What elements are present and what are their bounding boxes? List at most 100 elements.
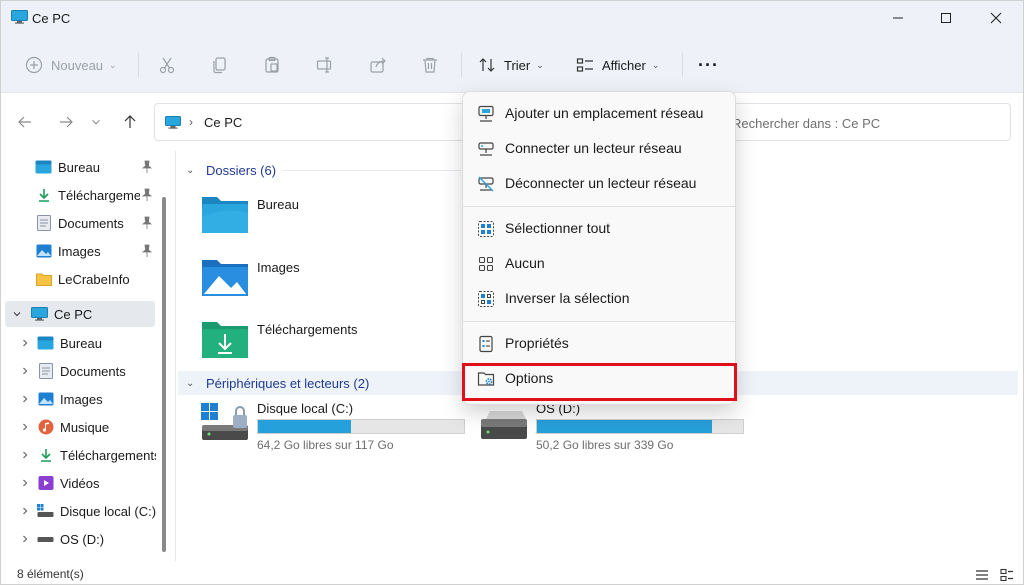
select-all-icon bbox=[478, 221, 494, 237]
menu-item-properties[interactable]: Propriétés bbox=[467, 328, 733, 360]
menu-item-select-all[interactable]: Sélectionner tout bbox=[467, 213, 733, 245]
search-box[interactable] bbox=[701, 103, 1011, 141]
pane-divider[interactable] bbox=[175, 151, 176, 561]
sidebar-item-pc-images[interactable]: Images bbox=[17, 386, 159, 412]
share-button[interactable] bbox=[369, 51, 387, 79]
drive-disque-local-c[interactable]: Disque local (C:) 64,2 Go libres sur 117… bbox=[201, 401, 471, 457]
pin-icon bbox=[141, 216, 153, 229]
copy-button[interactable] bbox=[211, 51, 229, 79]
paste-button[interactable] bbox=[263, 51, 281, 79]
minimize-icon bbox=[893, 17, 903, 18]
menu-item-label: Connecter un lecteur réseau bbox=[505, 140, 682, 156]
menu-item-add-network-location[interactable]: Ajouter un emplacement réseau bbox=[467, 98, 733, 130]
documents-icon bbox=[35, 215, 52, 231]
menu-item-disconnect-network-drive[interactable]: Déconnecter un lecteur réseau bbox=[467, 168, 733, 200]
details-view-icon[interactable] bbox=[974, 567, 990, 583]
chevron-down-icon: ⌄ bbox=[536, 59, 544, 70]
cut-button[interactable] bbox=[158, 51, 176, 79]
sidebar-item-bureau[interactable]: Bureau bbox=[35, 154, 159, 180]
sidebar-item-ce-pc[interactable]: Ce PC bbox=[5, 301, 155, 327]
properties-icon bbox=[479, 335, 493, 353]
sidebar-item-label: Bureau bbox=[60, 335, 102, 351]
folder-icon bbox=[35, 271, 52, 287]
chevron-right-icon[interactable] bbox=[19, 449, 31, 461]
disconnect-network-drive-icon bbox=[478, 176, 494, 192]
sidebar-scrollbar[interactable] bbox=[162, 197, 166, 552]
delete-button[interactable] bbox=[421, 51, 439, 79]
sidebar-item-pc-bureau[interactable]: Bureau bbox=[17, 330, 159, 356]
menu-item-label: Propriétés bbox=[505, 335, 569, 351]
folder-name: Téléchargements bbox=[257, 322, 358, 337]
rename-icon bbox=[316, 57, 332, 73]
sort-button[interactable]: Trier ⌄ bbox=[478, 51, 544, 79]
invert-selection-icon bbox=[478, 291, 494, 307]
sidebar-item-pc-disque-c[interactable]: Disque local (C:) bbox=[17, 498, 159, 524]
chevron-down-icon[interactable] bbox=[11, 308, 23, 320]
chevron-down-icon: ⌄ bbox=[109, 59, 117, 70]
menu-item-options[interactable]: Options bbox=[467, 363, 733, 395]
sidebar-item-pc-documents[interactable]: Documents bbox=[17, 358, 159, 384]
menu-item-invert-selection[interactable]: Inverser la sélection bbox=[467, 283, 733, 315]
search-input[interactable] bbox=[732, 113, 1002, 133]
chevron-down-icon: ⌄ bbox=[186, 164, 195, 176]
select-none-icon bbox=[478, 256, 494, 272]
sidebar-item-lecrabeinfo[interactable]: LeCrabeInfo bbox=[35, 266, 159, 292]
drive-usage-bar bbox=[536, 419, 744, 434]
new-button[interactable]: Nouveau ⌄ bbox=[25, 51, 117, 79]
chevron-right-icon[interactable] bbox=[19, 393, 31, 405]
menu-item-label: Ajouter un emplacement réseau bbox=[505, 105, 704, 121]
sidebar-item-images[interactable]: Images bbox=[35, 238, 159, 264]
back-button[interactable] bbox=[15, 112, 35, 132]
menu-item-map-network-drive[interactable]: Connecter un lecteur réseau bbox=[467, 133, 733, 165]
maximize-button[interactable] bbox=[923, 1, 969, 34]
minimize-button[interactable] bbox=[875, 1, 921, 34]
drive-free-space: 64,2 Go libres sur 117 Go bbox=[257, 438, 394, 452]
view-button[interactable]: Afficher ⌄ bbox=[576, 51, 659, 79]
menu-item-label: Déconnecter un lecteur réseau bbox=[505, 175, 697, 191]
images-folder-icon bbox=[202, 260, 248, 296]
drive-c-icon bbox=[37, 503, 54, 519]
download-icon bbox=[35, 187, 52, 203]
network-location-icon bbox=[478, 105, 494, 122]
sidebar-item-telechargements[interactable]: Téléchargements bbox=[35, 182, 159, 208]
sidebar-item-label: Ce PC bbox=[54, 306, 93, 322]
menu-item-select-none[interactable]: Aucun bbox=[467, 248, 733, 280]
folders-group-header[interactable]: ⌄ Dossiers (6) bbox=[186, 159, 276, 181]
breadcrumb-ce-pc[interactable]: Ce PC bbox=[204, 115, 242, 130]
up-button[interactable] bbox=[120, 112, 140, 132]
desktop-folder-icon bbox=[37, 335, 54, 351]
cut-icon bbox=[159, 57, 175, 74]
sidebar-item-label: OS (D:) bbox=[60, 531, 105, 547]
sidebar-item-label: Bureau bbox=[58, 159, 100, 175]
folder-name: Images bbox=[257, 260, 300, 275]
sidebar-item-pc-telechargements[interactable]: Téléchargements bbox=[17, 442, 159, 468]
tiles-view-icon[interactable] bbox=[999, 567, 1015, 583]
more-icon: ··· bbox=[698, 54, 719, 75]
more-button[interactable]: ··· bbox=[698, 51, 719, 79]
drive-os-d[interactable]: OS (D:) 50,2 Go libres sur 339 Go bbox=[480, 401, 750, 457]
close-button[interactable] bbox=[973, 1, 1019, 34]
chevron-right-icon[interactable] bbox=[19, 477, 31, 489]
toolbar-divider bbox=[461, 53, 462, 77]
forward-button[interactable] bbox=[56, 112, 76, 132]
recent-locations-button[interactable] bbox=[89, 112, 103, 132]
sidebar-item-pc-musique[interactable]: Musique bbox=[17, 414, 159, 440]
rename-button[interactable] bbox=[316, 51, 334, 79]
sidebar-item-documents[interactable]: Documents bbox=[35, 210, 159, 236]
drive-icon bbox=[481, 411, 527, 439]
sidebar-item-pc-videos[interactable]: Vidéos bbox=[17, 470, 159, 496]
sidebar-item-pc-os-d[interactable]: OS (D:) bbox=[17, 526, 159, 552]
system-drive-icon bbox=[201, 403, 248, 440]
chevron-right-icon[interactable] bbox=[19, 533, 31, 545]
chevron-right-icon[interactable] bbox=[19, 365, 31, 377]
desktop-folder-icon bbox=[35, 159, 52, 175]
pin-icon bbox=[141, 188, 153, 201]
videos-icon bbox=[37, 475, 54, 491]
chevron-down-icon bbox=[92, 119, 100, 125]
sidebar-item-label: Téléchargements bbox=[58, 187, 140, 203]
chevron-right-icon[interactable] bbox=[19, 421, 31, 433]
chevron-right-icon[interactable] bbox=[19, 337, 31, 349]
sort-button-label: Trier bbox=[504, 57, 531, 73]
chevron-right-icon[interactable] bbox=[19, 505, 31, 517]
devices-group-header[interactable]: ⌄ Périphériques et lecteurs (2) bbox=[186, 372, 369, 394]
